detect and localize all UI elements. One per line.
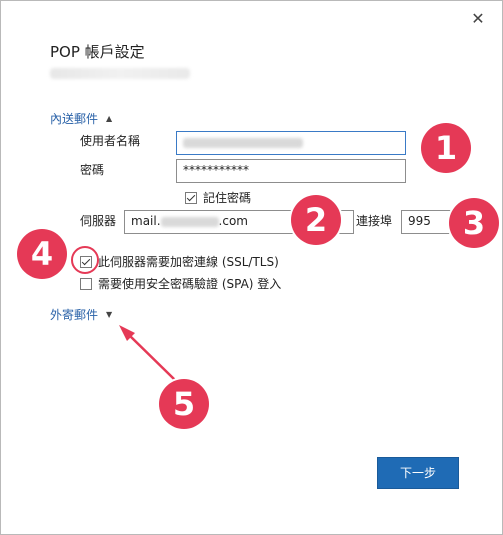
annotation-badge-4: 4 xyxy=(17,229,67,279)
annotation-badge-2: 2 xyxy=(291,195,341,245)
annotation-badge-5: 5 xyxy=(159,379,209,429)
annotation-badge-1: 1 xyxy=(421,123,471,173)
annotation-badge-3: 3 xyxy=(449,198,499,248)
annotation-arrow xyxy=(119,325,176,381)
pop-settings-dialog: ✕ POP 帳戶設定 內送郵件 ▲ 使用者名稱 密碼 *********** 記… xyxy=(0,0,503,535)
